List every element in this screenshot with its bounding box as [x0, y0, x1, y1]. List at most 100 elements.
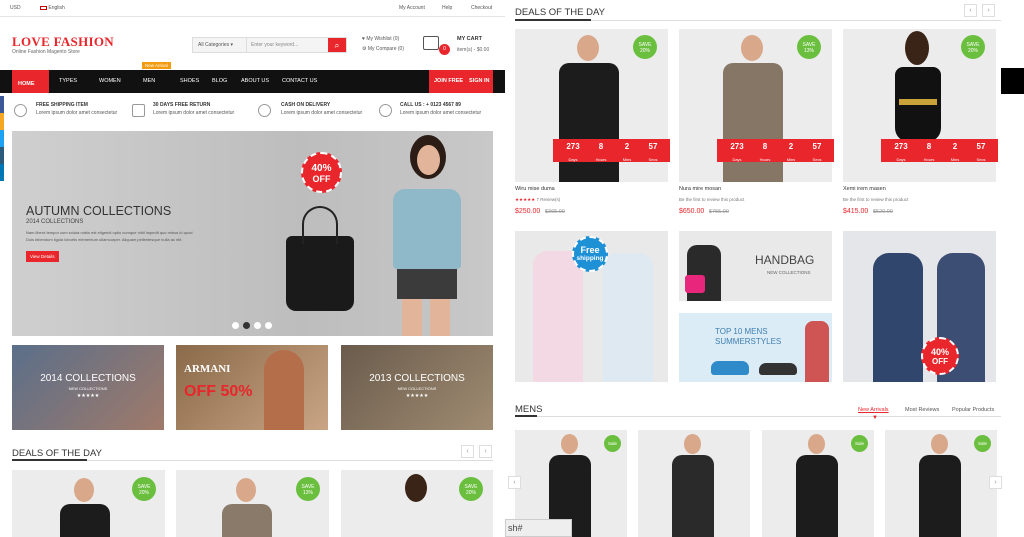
nav-contact-us[interactable]: CONTACT US	[282, 78, 317, 84]
category-select[interactable]: All Categories ▾	[193, 38, 247, 52]
banner-2013-collections[interactable]: 2013 COLLECTIONS NEW COLLECTIONS ★★★★★	[341, 345, 493, 430]
model-face	[417, 145, 440, 175]
hero-slider[interactable]: AUTUMN COLLECTIONS 2014 COLLECTIONS Nam …	[12, 131, 493, 336]
tab-active-indicator: ▼	[872, 415, 878, 421]
product-suit	[919, 455, 961, 537]
timer-hours: 8 Hours	[917, 142, 941, 162]
deal-card[interactable]: SAVE 20%	[12, 470, 165, 537]
cart-widget[interactable]: 0 MY CART item(s) - $0.00	[423, 34, 493, 56]
facebook-icon[interactable]	[0, 96, 4, 113]
discount-badge: 40% OFF	[921, 337, 959, 375]
flag-icon	[40, 5, 47, 10]
product-name[interactable]: Nura mire mosan	[679, 186, 721, 192]
deal-card[interactable]: SAVE 13%	[176, 470, 329, 537]
product-name[interactable]: Wiru mise duma	[515, 186, 555, 192]
search-button[interactable]: ⌕	[328, 38, 346, 52]
cart-icon	[423, 36, 439, 50]
slider-dot[interactable]	[232, 322, 239, 329]
banner-2014-collections[interactable]: 2014 COLLECTIONS NEW COLLECTIONS ★★★★★	[12, 345, 164, 430]
product-card[interactable]	[638, 430, 750, 537]
slider-dot[interactable]	[254, 322, 261, 329]
model-shorts	[397, 269, 457, 299]
shoe-image	[711, 361, 749, 375]
product-suit	[60, 504, 110, 537]
timer-label: Mins	[786, 157, 796, 162]
save-badge: SAVE 13%	[797, 35, 821, 59]
banner-armani[interactable]: ARMANI OFF 50%	[176, 345, 328, 430]
view-details-button[interactable]: View Details	[26, 251, 59, 262]
banner-model-image	[264, 350, 304, 430]
left-page-panel: USD English My Account Help Checkout LOV…	[0, 0, 505, 537]
product-card[interactable]: Sale	[762, 430, 874, 537]
nav-home[interactable]: HOME	[12, 70, 49, 93]
deals-prev-button[interactable]: ‹	[461, 445, 474, 458]
hero-text-1: Nam liberd tempor cum soluta nobis est e…	[26, 230, 193, 235]
shoe-image	[759, 363, 797, 375]
mens-prev-button[interactable]: ‹	[508, 476, 521, 489]
nav-about-us[interactable]: ABOUT US	[241, 78, 269, 84]
product-review-link[interactable]: Be the first to review this product	[843, 197, 908, 202]
nav-men[interactable]: MEN	[143, 78, 155, 84]
promo-top10-mens[interactable]: TOP 10 MENS SUMMERSTYLES	[679, 313, 832, 382]
banner-stars: ★★★★★	[76, 393, 100, 399]
twitter-icon[interactable]	[0, 130, 4, 147]
search-input[interactable]: Enter your keyword...	[251, 42, 298, 48]
wishlist-link[interactable]: ♥ My Wishlist (0)	[362, 36, 399, 42]
logo-title[interactable]: LOVE FASHION	[12, 34, 114, 50]
promo-free-shipping[interactable]: Free shipping	[515, 231, 668, 382]
product-name[interactable]: Xemi irem masen	[843, 186, 886, 192]
product-belt	[899, 99, 937, 105]
promo-handbag-title: HANDBAG	[755, 253, 815, 267]
timer-label: Hours	[759, 157, 771, 162]
save-badge: SAVE 20%	[633, 35, 657, 59]
currency-select[interactable]: USD	[10, 5, 21, 11]
promo-handbag-subtitle: NEW COLLECTIONS	[767, 270, 811, 275]
my-account-link[interactable]: My Account	[399, 5, 425, 11]
mens-title: MENS	[515, 404, 543, 415]
rss-icon[interactable]	[0, 113, 4, 130]
compare-link[interactable]: ⚙ My Compare (0)	[362, 46, 404, 52]
sign-in-button[interactable]: SIGN IN	[469, 78, 489, 84]
nav-women[interactable]: WOMEN	[99, 78, 121, 84]
promo-40-off[interactable]: 40% OFF	[843, 231, 996, 382]
title-underline	[12, 459, 87, 461]
language-select[interactable]: English	[40, 5, 65, 11]
product-head	[684, 434, 701, 454]
promo-handbag[interactable]: HANDBAG NEW COLLECTIONS	[679, 231, 832, 301]
mens-next-button[interactable]: ›	[989, 476, 1002, 489]
nav-blog[interactable]: BLOG	[212, 78, 227, 84]
tab-popular-products[interactable]: Popular Products	[952, 407, 994, 413]
product-head	[808, 434, 825, 454]
product-old-price: $520.00	[873, 209, 893, 215]
tab-most-reviews[interactable]: Most Reviews	[905, 407, 939, 413]
slider-dot-active[interactable]	[243, 322, 250, 329]
help-link[interactable]: Help	[442, 5, 452, 11]
tab-new-arrivals[interactable]: New Arrivals	[858, 407, 889, 413]
product-head	[561, 434, 578, 454]
deals-next-button[interactable]: ›	[982, 4, 995, 17]
product-card[interactable]: Sale	[885, 430, 997, 537]
product-suit	[672, 455, 714, 537]
sale-badge: Sale	[604, 435, 621, 452]
deal-card[interactable]: SAVE 20%	[341, 470, 493, 537]
nav-shoes[interactable]: SHOES	[180, 78, 199, 84]
join-free-button[interactable]: JOIN FREE	[434, 78, 463, 84]
cart-count: 0	[439, 44, 450, 55]
product-suit	[723, 63, 783, 182]
handbag-image	[286, 236, 354, 311]
checkout-link[interactable]: Checkout	[471, 5, 492, 11]
product-review-link[interactable]: Be the first to review this product	[679, 197, 744, 202]
deals-prev-button[interactable]: ‹	[964, 4, 977, 17]
google-plus-icon[interactable]	[0, 164, 4, 181]
linkedin-icon[interactable]	[0, 147, 4, 164]
nav-types[interactable]: TYPES	[59, 78, 77, 84]
slider-dot[interactable]	[265, 322, 272, 329]
deals-next-button[interactable]: ›	[479, 445, 492, 458]
stars-icon: ★★★★★	[515, 197, 536, 202]
hero-title: AUTUMN COLLECTIONS	[26, 204, 172, 218]
product-price: $650.00	[679, 208, 705, 215]
timer-mins: 2 Mins	[779, 142, 803, 162]
timer-label: Mins	[622, 157, 632, 162]
hero-subtitle: 2014 COLLECTIONS	[26, 219, 84, 225]
logo-tagline: Online Fashion Magento Store	[12, 49, 80, 55]
